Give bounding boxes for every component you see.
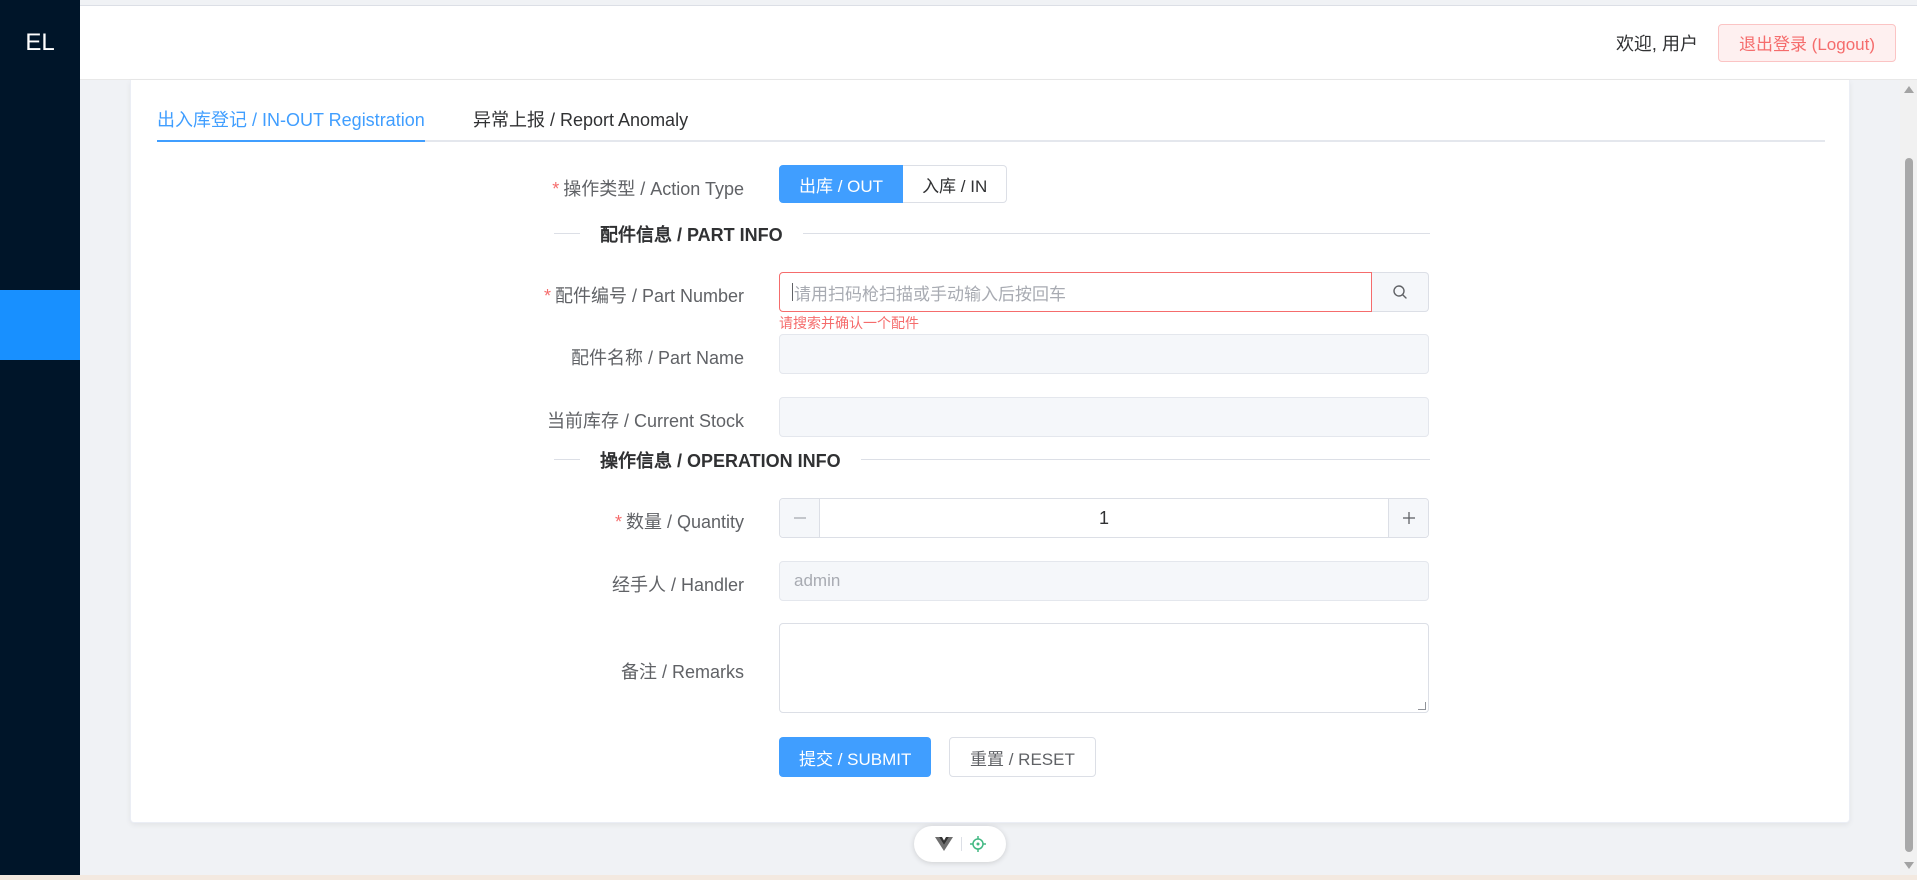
crosshair-icon: [969, 836, 986, 852]
part-search-button[interactable]: [1372, 272, 1429, 312]
remarks-field: [779, 623, 1429, 713]
action-type-label: * 操作类型 / Action Type: [552, 175, 744, 201]
remarks-textarea[interactable]: [779, 623, 1429, 713]
required-mark: *: [543, 286, 551, 306]
handler-input: admin: [779, 561, 1429, 601]
quantity-decrease-button[interactable]: [780, 499, 820, 537]
scroll-down-arrow-icon[interactable]: [1904, 862, 1914, 869]
page-scrollbar[interactable]: [1900, 80, 1917, 875]
resize-handle-icon[interactable]: [1418, 702, 1426, 710]
tab-in-out-registration[interactable]: 出入库登记 / IN-OUT Registration: [157, 106, 425, 142]
required-mark: *: [614, 512, 622, 532]
current-stock-field: [779, 397, 1429, 437]
action-in-button[interactable]: 入库 / IN: [903, 165, 1008, 203]
app-root: EL 欢迎, 用户 退出登录 (Logout) 出入库登记 / IN-OUT R…: [0, 0, 1917, 880]
top-header: 欢迎, 用户 退出登录 (Logout): [80, 5, 1917, 80]
part-number-label-text: 配件编号 / Part Number: [554, 286, 744, 306]
quantity-label: * 数量 / Quantity: [615, 508, 744, 534]
part-number-input[interactable]: 请用扫码枪扫描或手动输入后按回车: [779, 272, 1372, 312]
part-number-field: 请用扫码枪扫描或手动输入后按回车 请搜索并确认一个配件: [779, 272, 1429, 331]
search-icon: [1393, 285, 1407, 299]
vue-logo-icon: [934, 837, 953, 851]
quantity-field: 1: [779, 498, 1429, 538]
part-name-field: [779, 334, 1429, 374]
quantity-input[interactable]: 1: [820, 499, 1388, 537]
action-type-radio-group: 出库 / OUT 入库 / IN: [779, 165, 1008, 203]
logout-button[interactable]: 退出登录 (Logout): [1717, 23, 1896, 62]
submit-button[interactable]: 提交 / SUBMIT: [779, 737, 932, 777]
part-number-input-group: 请用扫码枪扫描或手动输入后按回车: [779, 272, 1429, 312]
scroll-up-arrow-icon[interactable]: [1904, 86, 1914, 93]
quantity-stepper: 1: [779, 498, 1429, 538]
minus-icon: [793, 517, 806, 519]
operation-info-title: 操作信息 / OPERATION INFO: [580, 447, 861, 473]
devtools-toggle[interactable]: [914, 826, 1006, 862]
handler-label: 经手人 / Handler: [611, 575, 744, 595]
tab-report-anomaly[interactable]: 异常上报 / Report Anomaly: [473, 106, 688, 132]
main-card: 出入库登记 / IN-OUT Registration 异常上报 / Repor…: [130, 80, 1850, 823]
part-number-error: 请搜索并确认一个配件: [779, 315, 919, 331]
welcome-text: 欢迎, 用户: [1615, 33, 1698, 54]
tab-bar: 出入库登记 / IN-OUT Registration 异常上报 / Repor…: [157, 80, 1825, 142]
sidebar: EL: [0, 0, 80, 875]
tab-label: 异常上报 / Report Anomaly: [473, 110, 689, 130]
part-number-placeholder: 请用扫码枪扫描或手动输入后按回车: [794, 284, 1066, 304]
text-caret: [792, 283, 793, 301]
handler-field: admin: [779, 561, 1429, 601]
devtools-separator: [960, 837, 962, 851]
part-number-label: * 配件编号 / Part Number: [544, 282, 744, 308]
remarks-label: 备注 / Remarks: [620, 662, 744, 682]
part-name-label: 配件名称 / Part Name: [570, 348, 744, 368]
bottom-edge: [0, 875, 1917, 880]
quantity-increase-button[interactable]: [1388, 499, 1428, 537]
sidebar-logo: EL: [25, 29, 55, 56]
tab-label: 出入库登记 / IN-OUT Registration: [157, 110, 425, 130]
active-tab-indicator: [157, 140, 425, 142]
reset-button[interactable]: 重置 / RESET: [949, 737, 1096, 777]
sidebar-item-active[interactable]: [0, 290, 80, 360]
required-mark: *: [552, 179, 560, 199]
part-info-title: 配件信息 / PART INFO: [580, 221, 803, 247]
action-out-button[interactable]: 出库 / OUT: [779, 165, 904, 203]
current-stock-label: 当前库存 / Current Stock: [546, 411, 744, 431]
plus-icon: [1402, 512, 1415, 524]
part-name-input: [779, 334, 1429, 374]
quantity-label-text: 数量 / Quantity: [625, 512, 744, 532]
current-stock-input: [779, 397, 1429, 437]
scroll-thumb[interactable]: [1905, 158, 1913, 852]
action-type-label-text: 操作类型 / Action Type: [563, 179, 744, 199]
